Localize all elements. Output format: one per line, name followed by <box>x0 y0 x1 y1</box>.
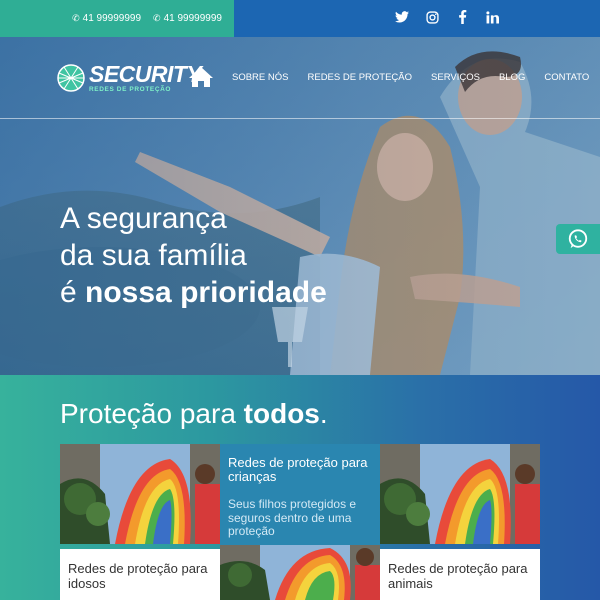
card-caption: Redes de proteção para idosos <box>60 549 220 600</box>
linkedin-icon[interactable] <box>484 10 500 27</box>
brand-tagline: REDES DE PROTEÇÃO <box>89 86 172 93</box>
main-navbar: SECURITY REDES DE PROTEÇÃO SOBRE NÓS RED… <box>0 37 600 119</box>
whatsapp-icon: ✆ <box>153 13 161 23</box>
brand-logo[interactable]: SECURITY REDES DE PROTEÇÃO <box>56 61 202 94</box>
feature-image <box>220 545 380 600</box>
nav-item-blog[interactable]: BLOG <box>499 72 525 83</box>
card-image <box>380 444 540 544</box>
phone-number: 41 99999999 <box>82 13 142 24</box>
feature-title: Redes de proteção para crianças <box>228 455 368 484</box>
phone-icon: ✆ <box>72 13 80 23</box>
facebook-icon[interactable] <box>454 10 470 27</box>
top-bar: ✆ 41 99999999 ✆ 41 99999999 <box>0 0 600 37</box>
nav-item-servicos[interactable]: SERVIÇOS <box>431 72 480 83</box>
card-idosos[interactable]: Redes de proteção para idosos <box>60 444 220 600</box>
card-caption: Redes de proteção para animais <box>380 549 540 600</box>
nav-item-redes-de-protecao[interactable]: REDES DE PROTEÇÃO <box>308 72 413 83</box>
brand-name: SECURITY <box>89 61 202 87</box>
headline-prefix: é <box>60 276 86 309</box>
protection-section: Proteção para todos. Redes de proteção p… <box>0 375 600 600</box>
nav-menu: SOBRE NÓS REDES DE PROTEÇÃO SERVIÇOS BLO… <box>232 72 589 83</box>
section-title-prefix: Proteção para <box>60 398 244 429</box>
card-criancas[interactable]: Redes de proteção para crianças Seus fil… <box>220 444 380 600</box>
twitter-icon[interactable] <box>394 11 410 26</box>
globe-net-icon <box>57 64 85 92</box>
whatsapp-icon <box>568 229 588 249</box>
phone-link[interactable]: ✆ 41 99999999 <box>72 13 141 24</box>
headline-bold: nossa prioridade <box>85 276 327 309</box>
feature-text: Seus filhos protegidos e seguros dentro … <box>228 497 357 538</box>
whatsapp-phone-link[interactable]: ✆ 41 99999999 <box>153 13 222 24</box>
section-title-bold: todos <box>243 398 320 429</box>
instagram-icon[interactable] <box>424 10 440 27</box>
home-icon[interactable] <box>188 66 214 88</box>
nav-item-contato[interactable]: CONTATO <box>544 72 589 83</box>
headline-line-1: A segurança <box>60 202 227 235</box>
card-animais[interactable]: Redes de proteção para animais <box>380 444 540 600</box>
whatsapp-float-button[interactable] <box>556 224 600 254</box>
social-bar <box>234 0 600 37</box>
contact-bar: ✆ 41 99999999 ✆ 41 99999999 <box>0 0 234 37</box>
whatsapp-number: 41 99999999 <box>163 13 222 24</box>
headline-line-2: da sua família <box>60 239 247 272</box>
nav-item-sobre-nos[interactable]: SOBRE NÓS <box>232 72 289 83</box>
headline-line-3: é nossa prioridade <box>60 274 327 311</box>
section-title-suffix: . <box>319 398 328 429</box>
hero-banner: SECURITY REDES DE PROTEÇÃO SOBRE NÓS RED… <box>0 37 600 375</box>
card-image <box>60 444 220 544</box>
hero-headline: A segurança da sua família é nossa prior… <box>60 200 327 311</box>
section-title: Proteção para todos. <box>60 398 328 430</box>
